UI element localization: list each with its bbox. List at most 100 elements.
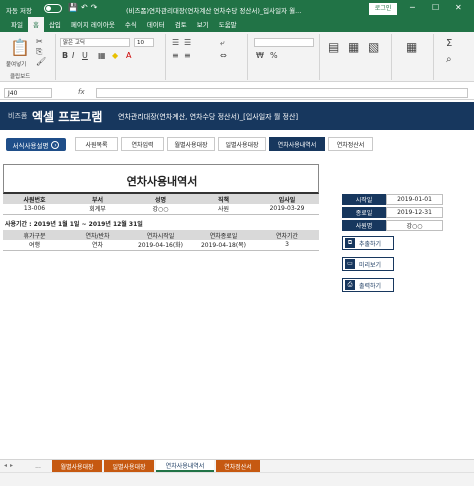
styles-group: ▤ ▦ ▧ bbox=[322, 34, 392, 80]
col-header: 연차시작일 bbox=[129, 230, 192, 240]
sheet-tab-daily[interactable]: 일별사용대장 bbox=[104, 460, 154, 472]
table-row: 여행 연차 2019-04-16(화) 2019-04-18(목) 3 bbox=[3, 240, 319, 251]
name-box[interactable]: J40 bbox=[4, 88, 52, 98]
cell-style-icon[interactable]: ▧ bbox=[368, 40, 379, 54]
sheet-scroll-icons[interactable]: ◂▸ bbox=[4, 462, 16, 469]
tab-help[interactable]: 도움말 bbox=[214, 19, 242, 32]
program-description: 연차관리대장(연차계산, 연차수당 정산서)_[입사일자 월 정산] bbox=[118, 113, 299, 121]
end-date-value[interactable]: 2019-12-31 bbox=[386, 207, 443, 218]
cut-icon[interactable]: ✂ bbox=[36, 37, 43, 46]
login-button[interactable]: 로그인 bbox=[369, 3, 397, 15]
ribbon: 📋 붙여넣기 ✂ ⎘ 🖌 클립보드 맑은 고딕 10 B I U ▦ ◆ A ☰… bbox=[0, 32, 474, 82]
copy-icon[interactable]: ⎘ bbox=[36, 47, 42, 57]
italic-icon[interactable]: I bbox=[72, 51, 74, 60]
program-header: 비즈폼 엑셀 프로그램 연차관리대장(연차계산, 연차수당 정산서)_[입사일자… bbox=[0, 102, 474, 130]
clipboard-group: 📋 붙여넣기 ✂ ⎘ 🖌 클립보드 bbox=[2, 34, 56, 80]
arrow-right-icon: › bbox=[51, 140, 60, 149]
conditional-format-icon[interactable]: ▤ bbox=[328, 40, 339, 54]
navigation-buttons: 사원목록 연차입력 월별사용대장 일별사용대장 연차사용내역서 연차정산서 bbox=[75, 137, 373, 151]
border-icon[interactable]: ▦ bbox=[98, 51, 106, 60]
format-painter-icon[interactable]: 🖌 bbox=[36, 57, 46, 66]
preview-icon: ▭ bbox=[345, 259, 355, 269]
align-middle-icon[interactable]: ☰ bbox=[184, 38, 191, 47]
nav-employee-list[interactable]: 사원목록 bbox=[75, 137, 118, 151]
tab-home[interactable]: 홈 bbox=[27, 17, 44, 32]
font-name-select[interactable]: 맑은 고딕 bbox=[60, 38, 130, 47]
align-left-icon[interactable]: ≡ bbox=[172, 51, 179, 60]
document-title: (비즈폼)연차관리대장(연차계산 연차수당 정산서)_입사일자 월... bbox=[126, 7, 302, 15]
print-button[interactable]: ⎙ 출력하기 bbox=[342, 278, 394, 292]
leave-type: 여행 bbox=[3, 240, 66, 251]
clipboard-label: 클립보드 bbox=[10, 74, 31, 80]
tab-view[interactable]: 보기 bbox=[192, 19, 214, 32]
merge-icon[interactable]: ⇔ bbox=[220, 51, 227, 60]
leave-start: 2019-04-16(화) bbox=[129, 240, 192, 251]
employee-position: 사원 bbox=[192, 204, 255, 215]
tab-page-layout[interactable]: 페이지 레이아웃 bbox=[66, 19, 120, 32]
align-center-icon[interactable]: ≡ bbox=[184, 51, 191, 60]
title-bar: 자동 저장 💾↶↷ (비즈폼)연차관리대장(연차계산 연차수당 정산서)_입사일… bbox=[0, 0, 474, 18]
align-top-icon[interactable]: ☰ bbox=[172, 38, 179, 47]
number-group: ₩ % bbox=[250, 34, 320, 80]
tab-review[interactable]: 검토 bbox=[170, 19, 192, 32]
col-header: 부서 bbox=[66, 194, 129, 204]
criteria-name-row: 사원명 강○○ bbox=[342, 220, 443, 231]
employee-number: 13-006 bbox=[3, 204, 66, 215]
sheet-tab-monthly[interactable]: 월별사용대장 bbox=[52, 460, 102, 472]
percent-icon[interactable]: % bbox=[270, 51, 278, 60]
employee-name-value[interactable]: 강○○ bbox=[386, 220, 443, 231]
col-header: 성명 bbox=[129, 194, 192, 204]
guide-button[interactable]: 서식사용설명 › bbox=[6, 138, 66, 151]
leave-end: 2019-04-18(목) bbox=[192, 240, 255, 251]
tab-file[interactable]: 파일 bbox=[6, 19, 28, 32]
worksheet[interactable]: 비즈폼 엑셀 프로그램 연차관리대장(연차계산, 연차수당 정산서)_[입사일자… bbox=[0, 102, 474, 457]
extract-icon: ⧉ bbox=[345, 238, 355, 248]
report-title: 연차사용내역서 bbox=[126, 175, 198, 188]
font-color-icon[interactable]: A bbox=[126, 51, 131, 60]
fill-color-icon[interactable]: ◆ bbox=[112, 51, 118, 60]
quick-access-icons[interactable]: 💾↶↷ bbox=[68, 3, 100, 12]
sheet-tab-bar: ◂▸ ... 월별사용대장 일별사용대장 연차사용내역서 연차정산서 bbox=[0, 459, 474, 472]
end-date-label: 종료일 bbox=[342, 207, 386, 218]
tab-insert[interactable]: 삽입 bbox=[44, 19, 66, 32]
wrap-text-icon[interactable]: ⤶ bbox=[220, 38, 224, 48]
formula-bar: J40 fx bbox=[0, 86, 474, 100]
nav-daily-ledger[interactable]: 일별사용대장 bbox=[218, 137, 266, 151]
extract-label: 추출하기 bbox=[359, 240, 382, 248]
number-format-select[interactable] bbox=[254, 38, 314, 47]
sum-icon[interactable]: Σ bbox=[446, 38, 452, 49]
autosave-toggle[interactable] bbox=[44, 4, 62, 13]
underline-icon[interactable]: U bbox=[82, 51, 88, 60]
table-format-icon[interactable]: ▦ bbox=[348, 40, 359, 54]
sheet-tab-usage[interactable]: 연차사용내역서 bbox=[156, 460, 214, 472]
usage-table: 휴가구분 연차/반차 연차시작일 연차종료일 연차기간 여행 연차 2019-0… bbox=[3, 230, 319, 251]
font-size-select[interactable]: 10 bbox=[134, 38, 154, 47]
paste-icon[interactable]: 📋 bbox=[10, 38, 30, 57]
formula-input[interactable] bbox=[96, 88, 468, 98]
insert-cells-icon[interactable]: ▦ bbox=[406, 40, 417, 54]
currency-icon[interactable]: ₩ bbox=[256, 51, 264, 60]
usage-header-row: 휴가구분 연차/반차 연차시작일 연차종료일 연차기간 bbox=[3, 230, 319, 240]
sheet-tab-settlement[interactable]: 연차정산서 bbox=[216, 460, 260, 472]
editing-group: Σ ⌕ bbox=[436, 34, 472, 80]
fx-icon[interactable]: fx bbox=[78, 88, 85, 96]
minimize-icon[interactable]: ─ bbox=[410, 3, 415, 12]
find-icon[interactable]: ⌕ bbox=[446, 54, 452, 65]
col-header: 연차종료일 bbox=[192, 230, 255, 240]
maximize-icon[interactable]: ☐ bbox=[432, 3, 439, 12]
extract-button[interactable]: ⧉ 추출하기 bbox=[342, 236, 394, 250]
guide-button-label: 서식사용설명 bbox=[12, 141, 49, 150]
tab-formulas[interactable]: 수식 bbox=[120, 19, 142, 32]
bold-icon[interactable]: B bbox=[62, 51, 68, 60]
nav-usage-statement[interactable]: 연차사용내역서 bbox=[269, 137, 325, 151]
tab-data[interactable]: 데이터 bbox=[142, 19, 170, 32]
nav-settlement[interactable]: 연차정산서 bbox=[328, 137, 373, 151]
close-icon[interactable]: ✕ bbox=[455, 3, 462, 12]
col-header: 연차/반차 bbox=[66, 230, 129, 240]
nav-leave-input[interactable]: 연차입력 bbox=[121, 137, 164, 151]
start-date-value[interactable]: 2019-01-01 bbox=[386, 194, 443, 205]
usage-period: 사용기간 : 2019년 1월 1일 ~ 2019년 12월 31일 bbox=[5, 221, 143, 228]
nav-monthly-ledger[interactable]: 월별사용대장 bbox=[167, 137, 215, 151]
sheet-tab-more[interactable]: ... bbox=[30, 460, 46, 472]
preview-button[interactable]: ▭ 미리보기 bbox=[342, 257, 394, 271]
